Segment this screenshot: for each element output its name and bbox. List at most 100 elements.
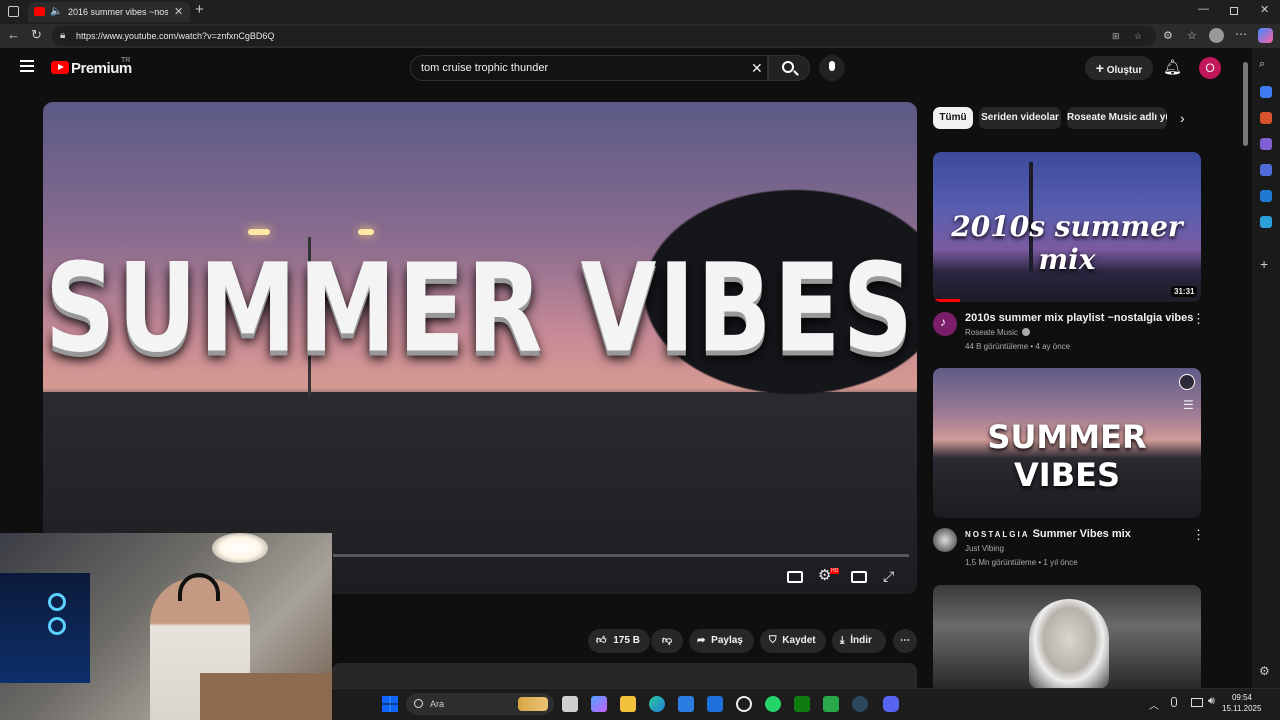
taskbar-clock[interactable]: 09:54 15.11.2025 [1222,692,1261,714]
chevron-right-icon[interactable]: › [1180,110,1185,126]
app-available-icon[interactable]: ⊞ [1112,26,1120,46]
bookmark-icon: ⛉ [769,635,777,646]
filter-chip-series[interactable]: Seriden videolar [979,107,1061,129]
favorite-star-icon[interactable]: ☆ [1134,26,1142,46]
download-button[interactable]: ⤓ İndir [832,629,886,653]
site-info-icon[interactable]: 🔒︎ [60,26,65,46]
fullscreen-icon[interactable]: ⤢ [883,567,901,585]
filter-chip-all[interactable]: Tümü [933,107,973,129]
new-tab-icon[interactable]: + [195,1,204,18]
url-text: https://www.youtube.com/watch?v=znfxnCgB… [76,31,275,41]
share-label: Paylaş [711,635,743,646]
search-button[interactable] [768,55,810,81]
edge-browser-icon[interactable] [649,696,665,712]
favorites-icon[interactable]: ☆ [1187,29,1197,42]
watch-later-icon[interactable] [1179,374,1195,390]
tab-actions-icon[interactable] [8,6,19,17]
thumbnail-3-face [1029,599,1109,688]
voice-search-button[interactable] [819,55,845,81]
tray-overflow-icon[interactable]: ︿ [1149,697,1159,712]
extensions-icon[interactable]: ⚙ [1163,29,1173,42]
sidebar-tools-icon[interactable] [1260,112,1272,124]
save-button[interactable]: ⛉ Kaydet [760,629,826,653]
task-view-icon[interactable] [562,696,578,712]
xbox-icon[interactable] [794,696,810,712]
restore-icon[interactable] [1230,7,1238,15]
address-bar[interactable]: 🔒︎ https://www.youtube.com/watch?v=znfxn… [52,26,1156,46]
taskbar-search[interactable]: Ara [406,693,554,715]
whatsapp-icon[interactable] [765,696,781,712]
tray-volume-icon[interactable]: 🔊︎ [1208,695,1215,708]
more-menu-icon[interactable]: ⋯ [1235,27,1247,41]
sidebar-outlook-icon[interactable] [1260,190,1272,202]
page-scrollbar[interactable] [1243,62,1248,146]
chatgpt-icon[interactable] [736,696,752,712]
back-icon[interactable]: ← [7,27,20,42]
mail-icon[interactable] [707,696,723,712]
close-window-icon[interactable]: ✕ [1260,3,1269,16]
subtitles-icon[interactable] [787,571,803,583]
description-box[interactable] [332,663,917,688]
speaker-icon[interactable]: 🔈 [50,2,62,22]
browser-tab[interactable]: 🔈 2016 summer vibes ~nostalg ✕ [28,2,190,22]
profile-icon[interactable] [1209,28,1224,43]
clear-search-icon[interactable]: ✕ [751,56,763,80]
video-player[interactable]: SUMMER VIBES [43,102,917,594]
related-thumbnail-3[interactable] [933,585,1201,688]
filter-chip-all-label: Tümü [939,112,967,123]
create-button[interactable]: + Oluştur [1085,56,1153,80]
sidebar-send-icon[interactable] [1260,216,1272,228]
steam-icon[interactable] [852,696,868,712]
filter-chip-channel[interactable]: Roseate Music adlı yü [1067,107,1167,129]
file-explorer-icon[interactable] [620,696,636,712]
sidebar-settings-icon[interactable]: ⚙ [1259,664,1270,678]
sidebar-search-icon[interactable]: ⌕ [1259,58,1265,71]
sidebar-office-icon[interactable] [1260,164,1272,176]
sidebar-games-icon[interactable] [1260,138,1272,150]
widgets-icon[interactable] [591,696,607,712]
edge-sidebar: ⌕ + ⚙ [1252,48,1280,688]
dislike-button[interactable]: 👎︎ [651,629,683,653]
related-channel-2[interactable]: Just Vibing [965,544,1004,553]
related-meta-1: 44 B görüntüleme • 4 ay önce [965,342,1071,351]
video-progress-track[interactable] [333,554,909,557]
related-thumbnail-2[interactable]: SUMMER VIBES ☰ [933,368,1201,518]
tab-close-icon[interactable]: ✕ [174,2,183,22]
thumbnail-2-text: SUMMER VIBES [987,418,1147,494]
channel-avatar-1[interactable]: ♪ [933,312,957,336]
hamburger-mid-line [20,65,34,67]
store-icon[interactable] [678,696,694,712]
copilot-icon[interactable] [1258,28,1273,43]
sidebar-add-icon[interactable]: + [1260,256,1268,272]
channel-avatar-2[interactable] [933,528,957,552]
download-label: İndir [850,635,872,646]
video-options-icon-2[interactable]: ⋮ [1192,527,1205,543]
related-channel-1[interactable]: Roseate Music [965,328,1031,337]
notifications-bell-icon[interactable]: 🔔︎ [1163,58,1182,76]
like-button[interactable]: 👍︎ 175 B [588,629,650,653]
share-button[interactable]: ➦ Paylaş [689,629,754,653]
miniplayer-icon[interactable] [851,571,867,583]
youtube-favicon-icon [34,7,45,16]
search-input[interactable]: tom cruise trophic thunder ✕ [410,55,768,81]
discord-icon[interactable] [883,696,899,712]
video-options-icon-1[interactable]: ⋮ [1192,311,1205,327]
more-actions-button[interactable]: ⋯ [893,629,917,653]
tray-network-icon[interactable] [1191,698,1203,707]
minimize-icon[interactable]: — [1198,3,1209,15]
tray-mic-icon[interactable] [1171,697,1177,707]
related-title-1[interactable]: 2010s summer mix playlist ~nostalgia vib… [965,312,1193,324]
account-avatar[interactable]: O [1199,57,1221,79]
search-highlight-icon [518,697,548,711]
watch-progress-bar [933,299,960,302]
vpn-lock-icon[interactable] [823,696,839,712]
browser-tab-bar: 🔈 2016 summer vibes ~nostalg ✕ + — ✕ [0,0,1280,24]
refresh-icon[interactable]: ↻ [31,27,42,43]
webcam-fan-glow [48,593,66,611]
add-to-queue-icon[interactable]: ☰ [1183,398,1194,412]
sidebar-tag-icon[interactable] [1260,86,1272,98]
related-title-2[interactable]: NOSTALGIA Summer Vibes mix [965,528,1131,540]
related-thumbnail-1[interactable]: 2010s summer mix 31:31 [933,152,1201,302]
logo-play-triangle [58,64,64,70]
windows-start-icon[interactable] [382,696,398,712]
